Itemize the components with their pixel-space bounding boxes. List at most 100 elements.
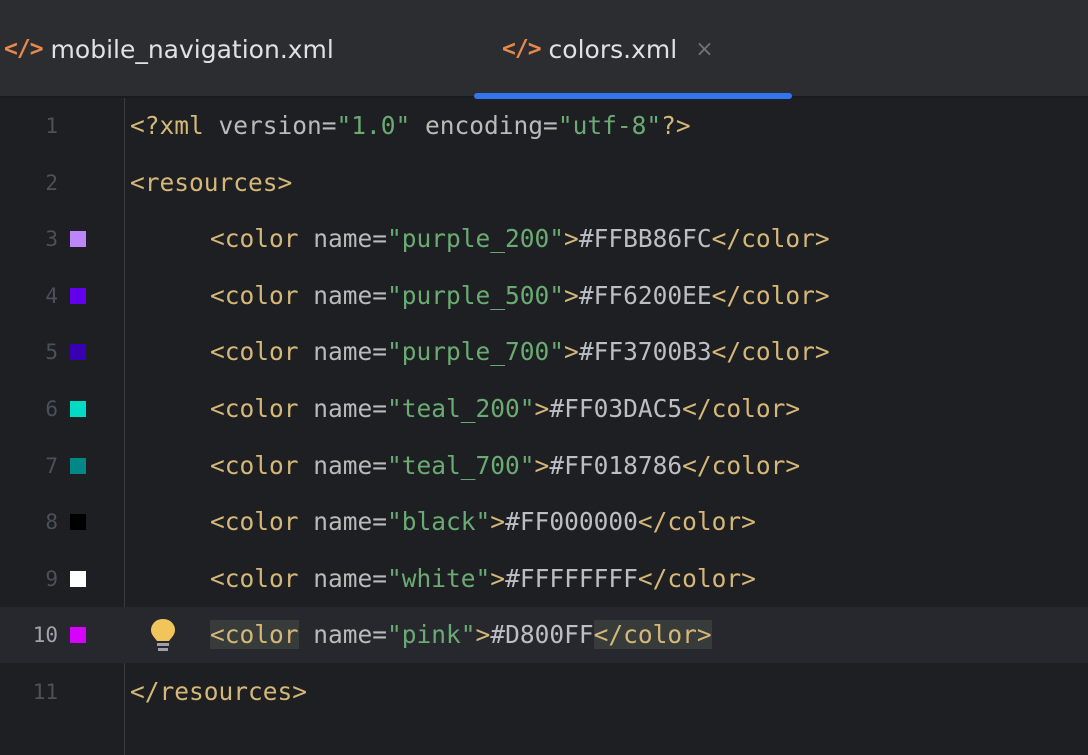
tab-mobile-navigation-xml[interactable]: </> mobile_navigation.xml (4, 0, 334, 98)
code-token: encoding= (410, 111, 558, 140)
line-number: 11 (32, 680, 58, 704)
code-token: #FFBB86FC (578, 224, 712, 254)
code-token: "black" (387, 507, 491, 537)
code-token: <?xml (130, 111, 219, 140)
code-token: #FF3700B3 (578, 337, 712, 367)
code-text: <color name="purple_200">#FFBB86FC</colo… (210, 211, 830, 267)
color-swatch-icon[interactable] (70, 231, 86, 248)
code-token: "teal_700" (387, 450, 535, 480)
code-text: <color name="teal_700">#FF018786</color> (210, 438, 800, 494)
code-token: </color> (682, 394, 801, 423)
color-swatch-icon[interactable] (70, 401, 86, 417)
code-token: <color (210, 280, 314, 310)
code-token: name= (313, 507, 388, 537)
code-token: > (564, 224, 579, 254)
color-swatch-icon[interactable] (70, 457, 86, 474)
code-line[interactable]: 5 <color name="purple_700">#FF3700B3</col… (0, 324, 1088, 380)
code-token: #FF000000 (505, 507, 638, 537)
code-token: </resources> (130, 677, 308, 706)
code-token: > (534, 394, 550, 423)
line-number: 5 (45, 340, 58, 365)
code-token: #FF6200EE (578, 280, 712, 310)
code-token: name= (313, 224, 388, 254)
code-token: "purple_500" (387, 280, 565, 310)
code-text: <resources> (130, 155, 292, 211)
code-text: <color name="purple_700">#FF3700B3</colo… (210, 324, 830, 380)
code-line[interactable]: 8 <color name="black">#FF000000</color> (0, 494, 1088, 550)
code-token: > (564, 280, 579, 310)
code-line[interactable]: 2 <resources> (0, 155, 1088, 211)
code-token: name= (313, 394, 388, 423)
line-number: 7 (45, 453, 58, 478)
close-icon[interactable]: × (695, 37, 713, 62)
xml-file-icon: </> (4, 36, 44, 62)
code-line[interactable]: 1 <?xml version="1.0" encoding="utf-8"?> (0, 98, 1088, 154)
code-token: </color> (593, 620, 712, 650)
code-line[interactable]: 11 </resources> (0, 664, 1088, 720)
code-token: #FF03DAC5 (549, 394, 683, 423)
code-token: > (564, 337, 579, 367)
code-token: <resources> (130, 167, 293, 197)
code-line[interactable]: 6 <color name="teal_200">#FF03DAC5</color… (0, 381, 1088, 437)
code-token: name= (313, 450, 388, 480)
code-token: </color> (711, 280, 830, 310)
code-line[interactable]: 10 <color name="pink">#D800FF</color> (0, 607, 1088, 664)
color-swatch-icon[interactable] (70, 570, 86, 587)
tab-label: colors.xml (548, 34, 678, 64)
code-token: name= (313, 337, 388, 367)
code-token: <color (210, 394, 314, 423)
code-token: </color> (711, 337, 830, 367)
lightbulb-icon[interactable] (148, 617, 178, 653)
line-number: 4 (45, 283, 58, 308)
code-text: </resources> (130, 664, 307, 720)
code-token: > (490, 563, 506, 593)
code-line[interactable]: 9 <color name="white">#FFFFFFFF</color> (0, 551, 1088, 607)
code-token: "purple_700" (387, 337, 565, 367)
code-token: <color (210, 224, 314, 254)
code-token: </color> (637, 507, 756, 537)
code-token: > (475, 620, 491, 650)
line-number: 9 (45, 566, 58, 591)
code-token: name= (313, 280, 388, 310)
code-line[interactable]: 4 <color name="purple_500">#FF6200EE</col… (0, 268, 1088, 324)
code-token: #FF018786 (549, 450, 683, 480)
code-token: "purple_200" (387, 224, 565, 254)
code-line[interactable]: 7 <color name="teal_700">#FF018786</color… (0, 438, 1088, 494)
line-number: 10 (32, 623, 58, 648)
code-token: <color (210, 450, 314, 480)
code-token: <color (210, 337, 314, 367)
color-swatch-icon[interactable] (70, 514, 86, 531)
code-token: "utf-8" (557, 111, 662, 140)
line-number: 1 (45, 114, 58, 138)
code-token: <color (210, 563, 314, 593)
color-swatch-icon[interactable] (70, 287, 86, 304)
code-token: > (534, 450, 550, 480)
code-token: </color> (682, 450, 801, 480)
color-swatch-icon[interactable] (70, 627, 86, 644)
code-token: #FFFFFFFF (505, 563, 638, 593)
code-token: "white" (387, 563, 491, 593)
code-text: <color name="purple_500">#FF6200EE</colo… (210, 268, 830, 324)
code-editor: </> mobile_navigation.xml </> colors.xml… (0, 0, 1088, 755)
line-number: 2 (45, 170, 58, 195)
line-number: 3 (45, 227, 58, 252)
code-token: "teal_200" (387, 394, 535, 423)
code-token: </color> (711, 224, 830, 254)
code-text: <color name="pink">#D800FF</color> (210, 607, 712, 663)
code-token: "1.0" (336, 111, 411, 140)
tab-label: mobile_navigation.xml (50, 34, 334, 64)
editor-tab-bar: </> mobile_navigation.xml </> colors.xml… (0, 0, 1088, 99)
code-text: <color name="teal_200">#FF03DAC5</color> (210, 381, 800, 437)
code-token: #D800FF (490, 620, 594, 650)
line-number: 8 (45, 510, 58, 535)
code-text: <?xml version="1.0" encoding="utf-8"?> (130, 98, 691, 154)
code-token: "pink" (387, 620, 476, 650)
code-token: <color (210, 620, 299, 650)
code-token: <color (210, 507, 314, 537)
code-line[interactable]: 3 <color name="purple_200">#FFBB86FC</col… (0, 211, 1088, 267)
code-text: <color name="white">#FFFFFFFF</color> (210, 551, 756, 607)
line-number: 6 (45, 397, 58, 421)
tab-colors-xml[interactable]: </> colors.xml × (502, 0, 714, 98)
color-swatch-icon[interactable] (70, 344, 86, 361)
code-token: name= (313, 563, 388, 593)
